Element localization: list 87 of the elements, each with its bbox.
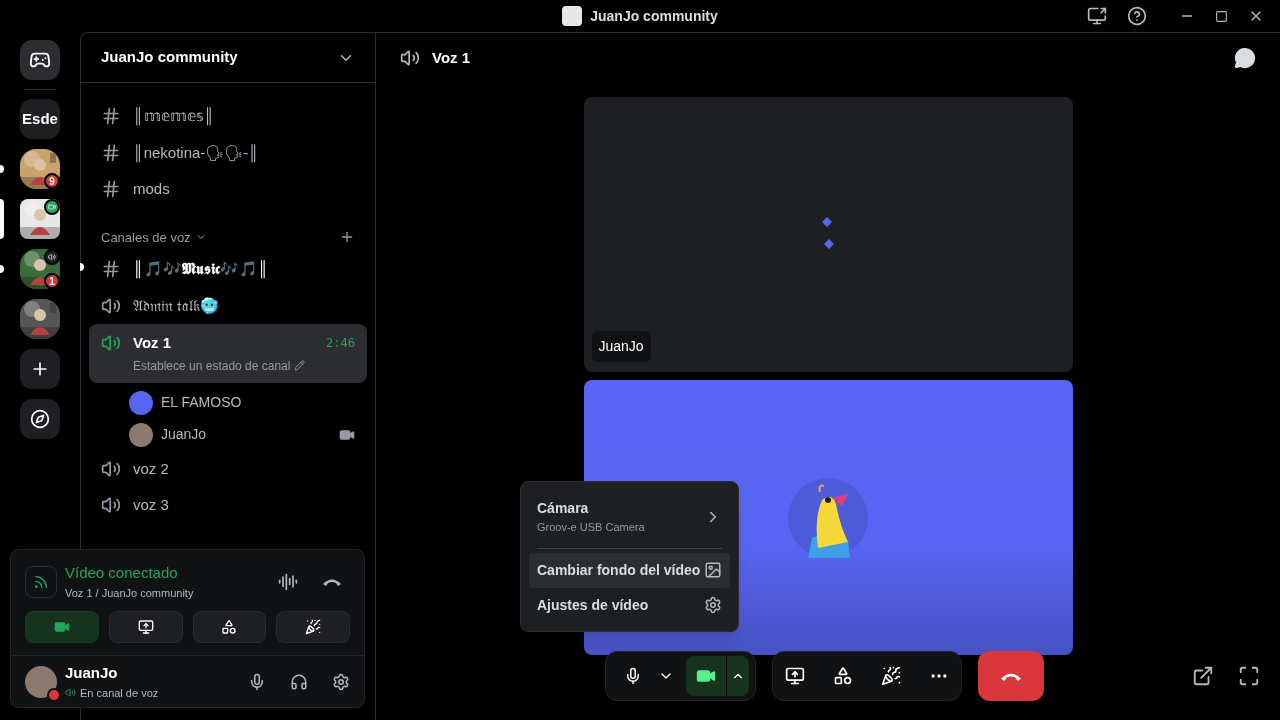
member-name[interactable]: EL FAMOSO xyxy=(161,392,355,413)
camera-icon xyxy=(53,619,70,635)
channel-status: Establece un estado de canal xyxy=(133,357,291,375)
busy-status-icon xyxy=(47,687,61,702)
channel-item[interactable]: mods xyxy=(89,171,367,208)
activities-icon[interactable] xyxy=(833,666,853,686)
speaker-icon xyxy=(101,333,121,354)
speaker-badge xyxy=(44,249,60,265)
soundboard-button[interactable] xyxy=(276,611,350,643)
maximize-icon[interactable] xyxy=(1215,9,1228,23)
screen-share-icon[interactable] xyxy=(785,666,805,686)
user-name: JuanJo xyxy=(65,663,119,683)
member-name[interactable]: JuanJo xyxy=(161,424,331,445)
channel-item[interactable]: ║🎵🎶𝕸𝖚𝖘𝖎𝖈🎶🎵║ xyxy=(89,251,367,288)
channel-item[interactable]: voz 2 xyxy=(89,450,367,487)
speaker-icon xyxy=(101,458,121,479)
hash-icon xyxy=(101,259,121,280)
explore-button[interactable] xyxy=(20,399,60,439)
camera-button[interactable] xyxy=(25,611,99,643)
help-icon[interactable] xyxy=(1127,6,1147,26)
window-title: JuanJo community xyxy=(590,6,718,26)
menu-detail: Groov-e USB Camera xyxy=(537,520,645,535)
channel-name: ║𝕞𝕖𝕞𝕖𝕤║ xyxy=(133,106,216,128)
compass-icon xyxy=(30,409,50,429)
headphones-icon[interactable] xyxy=(290,672,308,691)
video-badge xyxy=(44,199,60,215)
screen-share-button[interactable] xyxy=(108,611,183,643)
server-button[interactable] xyxy=(20,299,60,339)
speaker-icon xyxy=(101,295,121,316)
participant-name: JuanJo xyxy=(591,331,651,362)
microphone-icon[interactable] xyxy=(248,672,266,691)
speaker-icon xyxy=(400,48,420,68)
background-icon xyxy=(704,561,722,579)
menu-label: Ajustes de vídeo xyxy=(537,595,649,615)
channel-name: 𝔄𝔡𝔪𝔦𝔫 𝔱𝔞𝔩𝔨🥶 xyxy=(133,295,221,316)
connection-location: Voz 1 / JuanJo community xyxy=(65,585,195,601)
call-timer: 2:46 xyxy=(326,335,355,353)
activities-icon xyxy=(221,619,238,635)
user-avatar xyxy=(25,665,57,698)
server-button[interactable]: 9 xyxy=(20,149,60,189)
channel-item[interactable]: voz 3 xyxy=(89,487,367,524)
pop-out-icon[interactable] xyxy=(1192,665,1214,687)
channel-name: ║nekotina-🗣🗣-║ xyxy=(133,142,260,164)
channel-item[interactable]: ║nekotina-🗣🗣-║ xyxy=(89,134,367,171)
hash-icon xyxy=(101,142,121,163)
menu-label: Cambiar fondo del vídeo xyxy=(537,560,701,580)
user-status: En canal de voz xyxy=(80,685,159,701)
pencil-icon[interactable] xyxy=(294,360,306,371)
speaker-icon xyxy=(101,495,121,516)
hash-icon xyxy=(101,179,121,200)
channel-title: Voz 1 xyxy=(432,47,472,68)
speaker-icon xyxy=(65,687,76,699)
chat-icon[interactable] xyxy=(1234,47,1256,69)
channel-item[interactable]: Voz 1 2:46 Establece un estado de canal xyxy=(89,324,367,383)
soundboard-icon[interactable] xyxy=(881,666,901,686)
activities-button[interactable] xyxy=(192,611,267,643)
fullscreen-icon[interactable] xyxy=(1238,665,1260,687)
category-label[interactable]: Canales de voz xyxy=(101,227,191,247)
hang-up-button[interactable] xyxy=(978,651,1044,701)
channel-name: voz 3 xyxy=(133,495,170,515)
screen-share-icon xyxy=(137,619,154,635)
server-name[interactable]: JuanJo community xyxy=(101,46,238,69)
settings-icon xyxy=(704,596,722,614)
menu-item[interactable]: Cambiar fondo del vídeo xyxy=(529,552,730,588)
soundboard-icon xyxy=(305,619,322,635)
app-icon xyxy=(562,6,583,26)
home-button[interactable] xyxy=(20,40,60,80)
settings-icon[interactable] xyxy=(332,672,350,691)
noise-icon[interactable] xyxy=(278,571,298,592)
microphone-icon[interactable] xyxy=(624,667,642,685)
camera-button[interactable] xyxy=(686,656,749,696)
server-button[interactable]: Esde xyxy=(20,99,60,139)
server-button[interactable] xyxy=(20,199,60,239)
menu-item[interactable]: Cámara Groov-e USB Camera xyxy=(529,490,730,544)
hash-icon xyxy=(101,106,121,127)
connection-icon xyxy=(25,565,57,598)
channel-name: ║🎵🎶𝕸𝖚𝖘𝖎𝖈🎶🎵║ xyxy=(133,259,270,281)
channel-name: mods xyxy=(133,179,171,199)
channel-name: voz 2 xyxy=(133,458,170,479)
menu-label: Cámara xyxy=(537,499,590,518)
connection-status: Vídeo conectado xyxy=(65,563,179,583)
channel-item[interactable]: ║𝕞𝕖𝕞𝕖𝕤║ xyxy=(89,98,367,135)
channel-item[interactable]: 𝔄𝔡𝔪𝔦𝔫 𝔱𝔞𝔩𝔨🥶 xyxy=(89,287,367,324)
add-server-button[interactable] xyxy=(20,349,60,389)
server-button[interactable]: 1 xyxy=(20,249,60,289)
channel-name: Voz 1 xyxy=(133,333,173,353)
menu-item[interactable]: Ajustes de vídeo xyxy=(529,587,730,623)
